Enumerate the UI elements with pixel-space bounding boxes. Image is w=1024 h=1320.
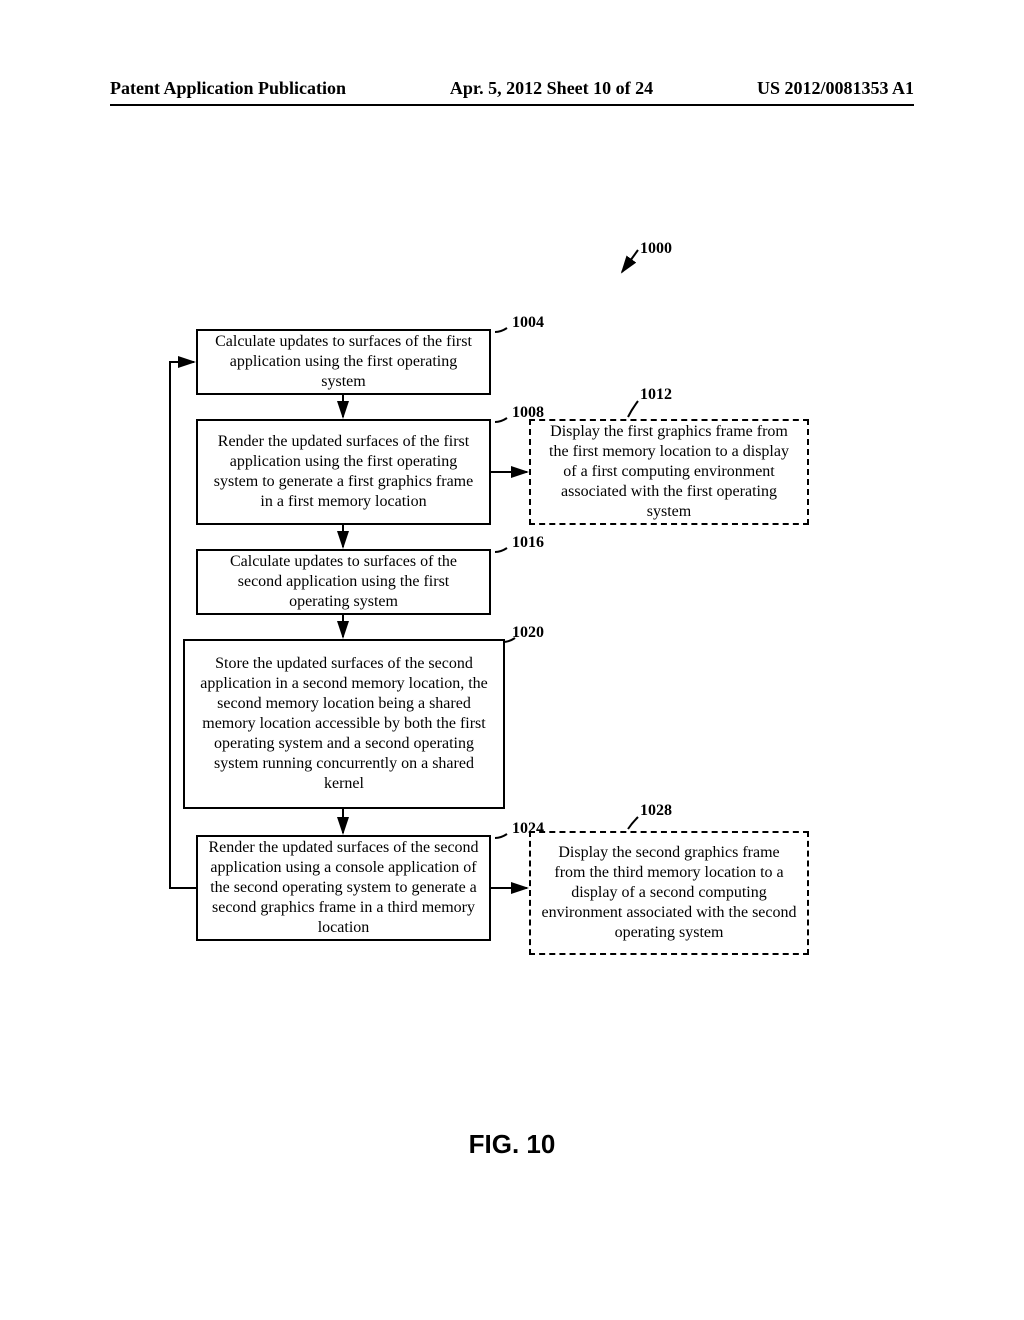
page: Patent Application Publication Apr. 5, 2… [0,0,1024,1320]
flowchart: 1000 Calculate updates to surfaces of th… [0,0,1024,1320]
figure-label: FIG. 10 [0,1129,1024,1160]
connectors-svg [0,0,1024,1320]
